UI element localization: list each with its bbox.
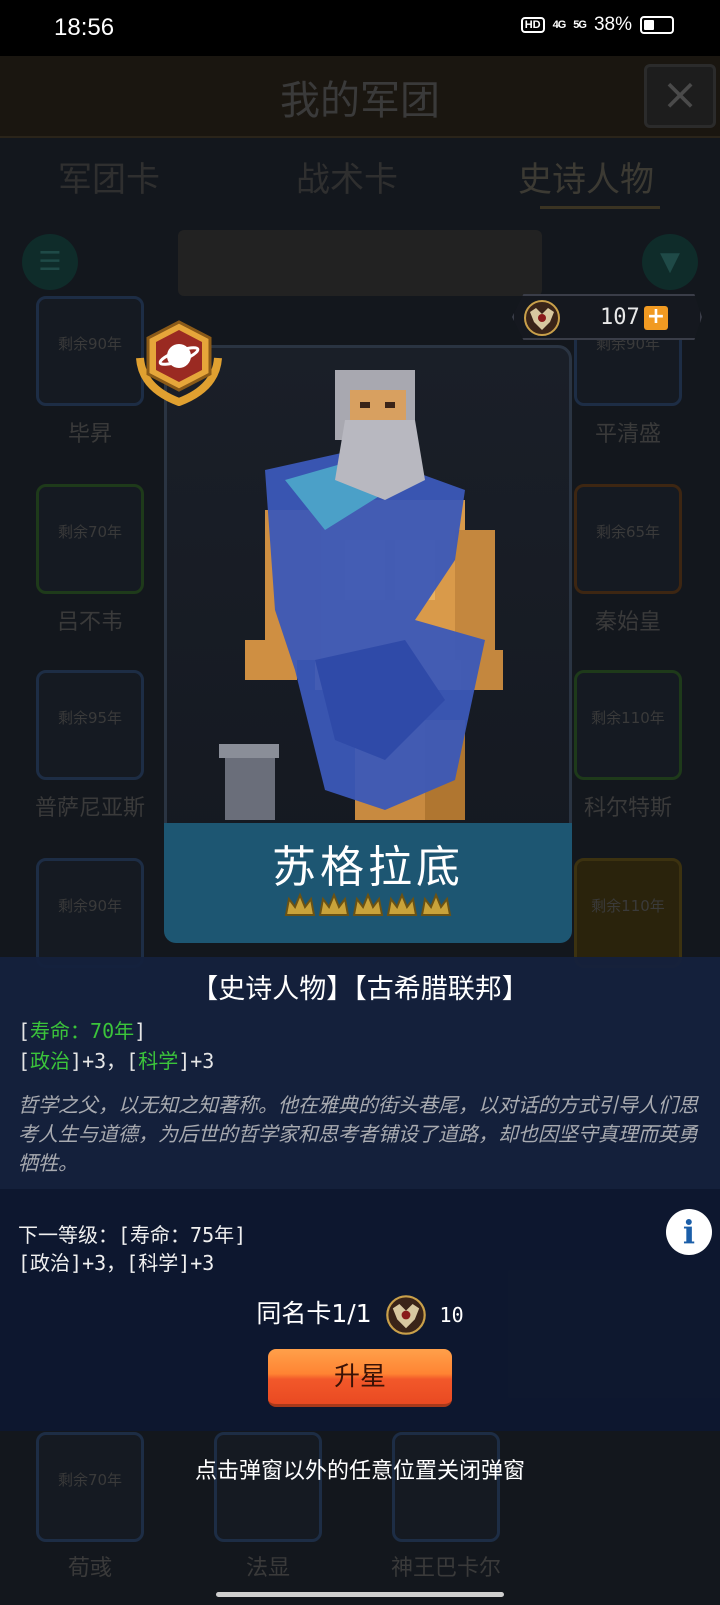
crown-star-icon [420, 892, 452, 916]
attribute-line: [政治]+3，[科学]+3 [18, 1045, 214, 1074]
signal-5g-icon: 5G [573, 19, 587, 31]
list-item-name: 吕不韦 [56, 610, 123, 635]
next-level-lifespan: 下一等级：[寿命：75年] [18, 1223, 247, 1247]
attribute-politics: 政治 [30, 1049, 71, 1073]
close-hint: 点击弹窗以外的任意位置关闭弹窗 [194, 1459, 525, 1484]
background-header: 我的军团 × [0, 56, 720, 138]
list-item-name: 普萨尼亚斯 [34, 796, 145, 821]
status-bar: 18:56 HD 4G 5G 38% [0, 0, 720, 56]
bracket: [ [18, 1049, 31, 1073]
attribute-science: 科学 [138, 1049, 179, 1073]
crown-star-icon [318, 892, 350, 916]
character-name: 苏格拉底 [272, 842, 464, 893]
eagle-emblem-icon [385, 1295, 426, 1335]
tab-legion-cards[interactable]: 军团卡 [58, 152, 160, 201]
upgrade-panel: 下一等级：[寿命：75年] [政治]+3，[科学]+3 i 同名卡1/1 10 … [0, 1189, 720, 1431]
list-item-name: 法显 [245, 1556, 290, 1581]
next-level-attributes: [政治]+3，[科学]+3 [18, 1251, 215, 1275]
planet-laurel-icon [136, 320, 222, 406]
list-item[interactable]: 剩余70年 [36, 484, 144, 594]
list-item-name: 毕昇 [67, 422, 112, 447]
battery-icon [640, 16, 674, 34]
character-description: 哲学之父，以无知之知著称。他在雅典的街头巷尾，以对话的方式引导人们思考人生与道德… [18, 1093, 698, 1175]
attribute-science-value: ]+3 [178, 1049, 215, 1073]
bracket: ] [134, 1019, 147, 1043]
signal-4g-icon: 4G [552, 19, 567, 31]
star-rating [164, 889, 572, 923]
background-title: 我的军团 [280, 78, 440, 124]
crown-star-icon [386, 892, 418, 916]
list-item-name: 神王巴卡尔 [390, 1556, 501, 1581]
character-portrait [219, 370, 503, 820]
character-category: 【史诗人物】【古希腊联邦】 [191, 974, 529, 1005]
eagle-emblem-icon [524, 300, 560, 336]
filter-icon[interactable]: ▼ [642, 234, 698, 290]
character-info-panel: 【史诗人物】【古希腊联邦】 [寿命：70年] [政治]+3，[科学]+3 哲学之… [0, 957, 720, 1189]
list-item[interactable]: 剩余95年 [36, 670, 144, 780]
active-tab-indicator [540, 206, 660, 209]
hd-indicator: HD [520, 17, 545, 33]
currency-counter: 107 + [512, 294, 702, 340]
duplicate-card-row: 同名卡1/1 10 [0, 1293, 720, 1337]
tab-tactic-cards[interactable]: 战术卡 [296, 152, 398, 201]
lifespan-value: 寿命：70年 [30, 1019, 135, 1043]
tab-epic-figures[interactable]: 史诗人物 [518, 152, 654, 201]
background-tabs: 军团卡 战术卡 史诗人物 [0, 152, 720, 212]
list-item[interactable]: 剩余90年 [36, 858, 144, 968]
list-item[interactable]: 剩余90年 [36, 296, 144, 406]
home-indicator[interactable] [216, 1592, 504, 1597]
character-name-plate: 苏格拉底 [164, 823, 572, 943]
list-item[interactable] [392, 1432, 500, 1542]
crown-star-icon [284, 892, 316, 916]
close-icon[interactable]: × [644, 64, 716, 128]
bracket: [ [18, 1019, 31, 1043]
list-menu-icon[interactable]: ☰ [22, 234, 78, 290]
list-item-name: 荀彧 [67, 1556, 112, 1581]
currency-value: 107 [600, 305, 640, 330]
attribute-politics-value: ]+3， [70, 1049, 127, 1073]
search-input[interactable] [178, 230, 542, 296]
battery-percent: 38% [593, 14, 632, 35]
lifespan-line: [寿命：70年] [18, 1015, 146, 1044]
list-item[interactable]: 剩余65年 [574, 484, 682, 594]
list-item[interactable]: 剩余70年 [36, 1432, 144, 1542]
list-item[interactable]: 剩余110年 [574, 670, 682, 780]
duplicate-card-count: 同名卡1/1 [256, 1299, 372, 1328]
status-indicators: HD 4G 5G 38% [520, 14, 674, 36]
list-item[interactable] [214, 1432, 322, 1542]
crown-star-icon [352, 892, 384, 916]
list-item[interactable]: 剩余110年 [574, 858, 682, 968]
upgrade-star-button[interactable]: 升星 [268, 1349, 452, 1407]
info-icon[interactable]: i [666, 1209, 712, 1255]
status-time: 18:56 [54, 14, 115, 41]
upgrade-cost: 10 [439, 1303, 464, 1327]
add-currency-button[interactable]: + [644, 306, 668, 330]
bracket: [ [126, 1049, 139, 1073]
